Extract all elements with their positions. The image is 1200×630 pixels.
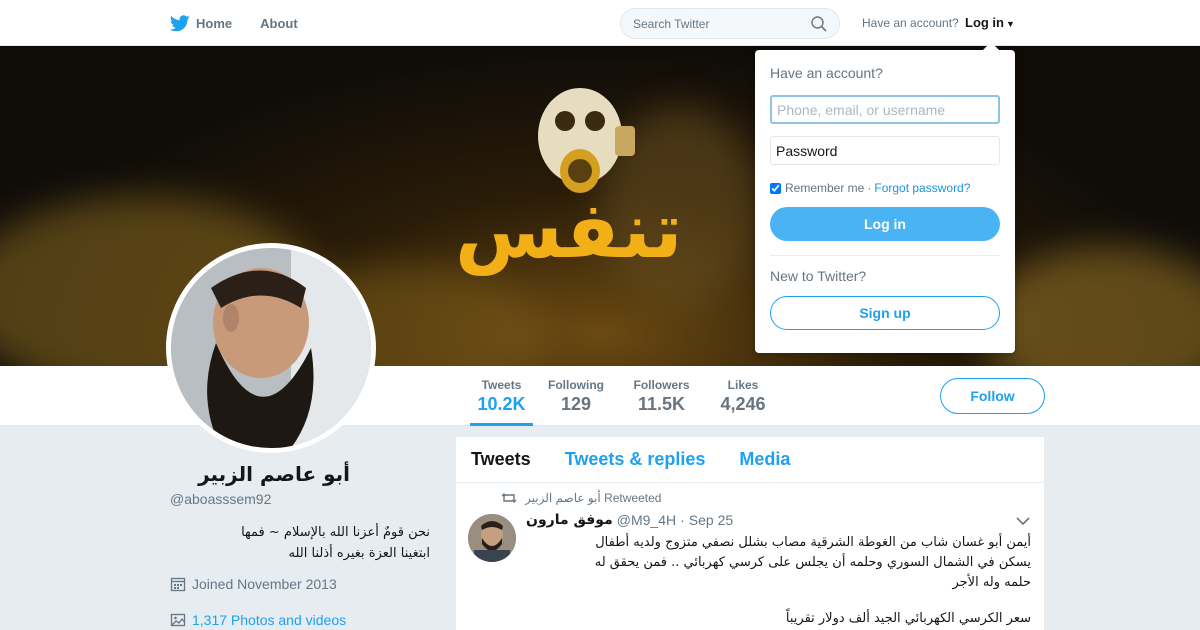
stat-following[interactable]: Following 129	[548, 378, 604, 415]
caret-down-icon: ▼	[1006, 19, 1015, 29]
profile-bio: نحن قومٌ أعزنا الله بالإسلام ~ فمها ابتغ…	[170, 522, 430, 564]
stat-likes[interactable]: Likes 4,246	[718, 378, 768, 415]
avatar[interactable]	[166, 243, 376, 453]
top-navigation-bar: Home About Search Twitter Have an accoun…	[0, 0, 1200, 46]
retweet-text: أبو عاصم الزبير Retweeted	[525, 491, 662, 505]
dropdown-title: Have an account?	[770, 65, 883, 81]
remember-label[interactable]: Remember me	[785, 181, 864, 195]
timeline-tabs: Tweets Tweets & replies Media	[456, 437, 1044, 483]
nav-about-label: About	[260, 15, 298, 31]
tweet-author-handle[interactable]: @M9_4H	[617, 512, 676, 528]
follow-button[interactable]: Follow	[940, 378, 1045, 414]
username-field[interactable]	[770, 95, 1000, 124]
tweet-line: حلمه وله الأجر	[952, 575, 1031, 590]
tweet-author-name[interactable]: موفق مارون	[526, 512, 613, 528]
tweet-separator: ·	[680, 512, 685, 528]
profile-handle[interactable]: @aboasssem92	[170, 491, 271, 507]
tweet-date[interactable]: Sep 25	[689, 512, 733, 528]
stat-value: 11.5K	[637, 394, 686, 414]
nav-about[interactable]: About	[260, 16, 298, 31]
retweet-context: أبو عاصم الزبير Retweeted	[501, 491, 661, 505]
password-field[interactable]	[770, 136, 1000, 165]
chevron-down-icon[interactable]	[1016, 516, 1030, 526]
nav-home[interactable]: Home	[170, 14, 233, 32]
photos-text: 1,317 Photos and videos	[192, 612, 347, 628]
stat-value: 10.2K	[477, 394, 526, 414]
tab-media[interactable]: Media	[739, 449, 790, 470]
tweet-avatar[interactable]	[468, 514, 516, 562]
stat-value: 129	[560, 394, 592, 414]
avatar-photo	[171, 248, 371, 448]
nav-left: Home About	[170, 0, 326, 46]
joined-date: Joined November 2013	[170, 576, 337, 592]
tweet[interactable]: أبو عاصم الزبير Retweeted موفق مارون @M9…	[456, 483, 1044, 626]
stat-label: Followers	[633, 378, 690, 392]
bio-line: نحن قومٌ أعزنا الله بالإسلام ~ فمها	[241, 525, 430, 540]
search-icon[interactable]	[811, 15, 827, 32]
tab-tweets-replies[interactable]: Tweets & replies	[565, 449, 706, 470]
login-dropdown: Have an account? Remember me · Forgot pa…	[755, 42, 1015, 353]
stat-value: 4,246	[720, 394, 766, 414]
search-placeholder: Search Twitter	[633, 16, 710, 31]
photos-videos-link[interactable]: 1,317 Photos and videos	[170, 612, 346, 628]
remember-separator: ·	[867, 181, 872, 195]
login-menu-label: Log in	[965, 15, 1004, 30]
login-menu-button[interactable]: Log in ▼	[965, 15, 1015, 30]
calendar-icon	[170, 577, 186, 592]
tab-tweets[interactable]: Tweets	[471, 449, 531, 470]
stat-label: Following	[548, 378, 604, 392]
divider	[770, 255, 1000, 256]
have-account-text: Have an account?	[862, 16, 959, 30]
joined-text: Joined November 2013	[192, 576, 337, 592]
profile-name[interactable]: أبو عاصم الزبير	[170, 462, 350, 486]
forgot-password-link[interactable]: Forgot password?	[874, 181, 970, 195]
twitter-bird-icon	[170, 14, 190, 31]
tweet-line: سعر الكرسي الكهربائي الجيد ألف دولار تقر…	[785, 611, 1031, 626]
retweet-icon	[501, 493, 517, 503]
timeline: Tweets Tweets & replies Media أبو عاصم ا…	[456, 437, 1044, 630]
tweet-header: موفق مارون @M9_4H · Sep 25	[526, 512, 1036, 528]
login-button[interactable]: Log in	[770, 207, 1000, 241]
signup-button[interactable]: Sign up	[770, 296, 1000, 330]
banner-title: تنفس	[455, 186, 685, 276]
photo-icon	[170, 613, 186, 627]
tweet-text: أيمن أبو غسان شاب من الغوطة الشرقية مصاب…	[526, 533, 1031, 593]
stat-tweets[interactable]: Tweets 10.2K	[470, 378, 533, 426]
tweet-avatar-photo	[468, 514, 516, 562]
new-to-twitter-text: New to Twitter?	[770, 268, 867, 284]
nav-home-label: Home	[196, 15, 233, 31]
tweet-line: يسكن في الشمال السوري وحلمه أن يجلس على …	[594, 555, 1031, 570]
stat-followers[interactable]: Followers 11.5K	[633, 378, 690, 415]
remember-checkbox[interactable]	[770, 182, 781, 194]
stat-label: Tweets	[481, 378, 522, 392]
search-input[interactable]: Search Twitter	[620, 8, 840, 39]
bio-line: ابتغينا العزة بغيره أذلنا الله	[288, 546, 430, 561]
remember-row: Remember me · Forgot password?	[770, 181, 1000, 195]
tweet-line: أيمن أبو غسان شاب من الغوطة الشرقية مصاب…	[595, 535, 1031, 550]
stat-label: Likes	[727, 378, 759, 392]
